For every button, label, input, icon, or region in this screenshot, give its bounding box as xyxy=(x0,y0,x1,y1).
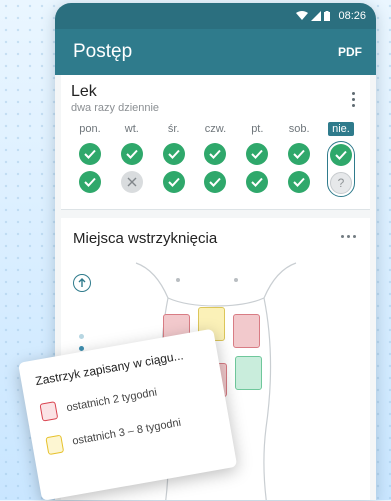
dose-column xyxy=(161,141,187,195)
day-column: pt. xyxy=(240,122,274,197)
day-label: śr. xyxy=(167,123,180,135)
more-horiz-icon[interactable] xyxy=(341,235,356,238)
pdf-button[interactable]: PDF xyxy=(338,45,362,59)
day-column: nie.? xyxy=(324,122,358,197)
check-icon[interactable] xyxy=(79,171,101,193)
check-icon[interactable] xyxy=(246,143,269,165)
day-column: śr. xyxy=(157,122,191,197)
day-label: pon. xyxy=(79,123,101,135)
question-icon[interactable]: ? xyxy=(329,172,352,194)
signal-icon xyxy=(311,11,322,21)
dose-column xyxy=(77,141,103,195)
legend-swatch-red xyxy=(39,401,59,422)
arrow-up-icon[interactable] xyxy=(73,274,91,292)
medication-name: Lek xyxy=(71,83,97,100)
week-days: pon. wt. śr. czw. pt. sob. nie.? xyxy=(71,122,360,197)
check-icon[interactable] xyxy=(288,143,311,165)
day-label: pt. xyxy=(251,123,264,135)
dose-column xyxy=(119,141,145,195)
dose-column: ? xyxy=(326,141,355,197)
day-column: pon. xyxy=(73,122,107,197)
check-icon[interactable] xyxy=(329,144,352,166)
day-column: sob. xyxy=(282,122,316,197)
check-icon[interactable] xyxy=(79,143,101,165)
dose-column xyxy=(202,141,228,195)
check-icon[interactable] xyxy=(246,171,269,193)
check-icon[interactable] xyxy=(162,143,185,165)
status-icons xyxy=(296,11,331,21)
day-label: wt. xyxy=(124,123,139,135)
legend-label: ostatnich 2 tygodni xyxy=(65,386,158,415)
injection-sites-title: Miejsca wstrzyknięcia xyxy=(73,230,218,247)
close-icon[interactable] xyxy=(120,171,143,193)
legend-label: ostatnich 3 – 8 tygodni xyxy=(71,416,182,448)
page-title: Postęp xyxy=(73,41,133,62)
check-icon[interactable] xyxy=(204,143,227,165)
check-icon[interactable] xyxy=(162,171,185,193)
status-bar: 08:26 xyxy=(55,3,376,29)
site-upper-right[interactable] xyxy=(233,314,260,348)
check-icon[interactable] xyxy=(204,171,227,193)
day-column: wt. xyxy=(115,122,149,197)
wifi-icon xyxy=(296,11,309,20)
day-label: sob. xyxy=(288,123,310,135)
legend-swatch-yellow xyxy=(45,434,65,456)
site-lower-right[interactable] xyxy=(235,356,262,390)
check-icon[interactable] xyxy=(288,171,311,193)
app-bar: Postęp PDF xyxy=(55,29,376,75)
battery-icon xyxy=(324,11,331,21)
medication-frequency: dwa razy dziennie xyxy=(71,102,160,114)
medication-card: Lek dwa razy dziennie pon. wt. śr. czw. pt. s… xyxy=(61,75,370,210)
more-vert-icon[interactable] xyxy=(352,89,356,110)
dose-column xyxy=(244,141,270,195)
dose-column xyxy=(286,141,312,195)
clock: 08:26 xyxy=(338,10,366,22)
check-icon[interactable] xyxy=(120,143,143,165)
day-label: nie. xyxy=(328,122,354,136)
day-label: czw. xyxy=(204,123,227,135)
day-column: czw. xyxy=(198,122,232,197)
